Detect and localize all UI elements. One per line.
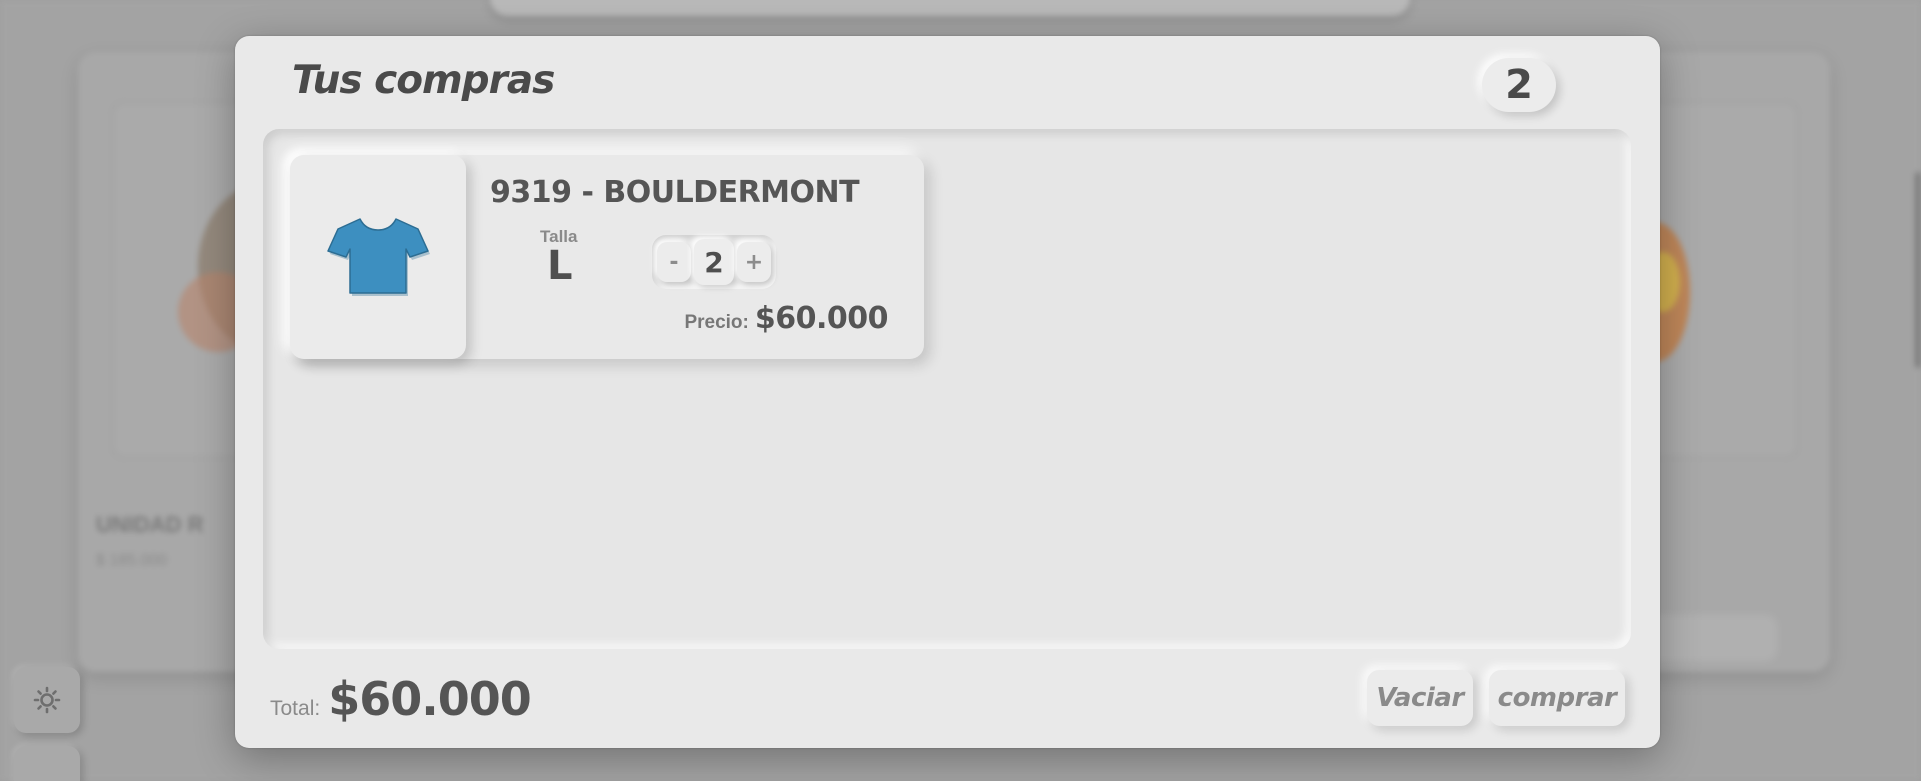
product-thumbnail[interactable] [290, 155, 466, 359]
price-label: Precio: [684, 312, 749, 333]
cart-modal: Tus compras 2 9319 - BOULDERMONT Talla L… [235, 36, 1660, 748]
tshirt-shape [327, 217, 429, 294]
tshirt-icon [326, 213, 430, 302]
background-product-name: UNIDAD R [96, 512, 204, 537]
decrease-quantity-button[interactable]: - [657, 242, 691, 282]
cart-count-badge: 2 [1482, 58, 1556, 112]
page-scrollbar[interactable] [1915, 172, 1921, 368]
theme-toggle-button[interactable] [14, 667, 80, 733]
empty-cart-button[interactable]: Vaciar [1367, 670, 1473, 726]
product-name: 9319 - BOULDERMONT [490, 175, 860, 210]
cart-title: Tus compras [292, 58, 555, 103]
price-value: $60.000 [754, 301, 889, 336]
sun-icon [33, 686, 61, 714]
item-price: Precio: $60.000 [684, 301, 888, 336]
buy-button[interactable]: comprar [1489, 670, 1625, 726]
quantity-stepper: - 2 + [652, 235, 776, 289]
cart-item: 9319 - BOULDERMONT Talla L - 2 + Precio:… [290, 155, 924, 359]
quantity-value: 2 [694, 239, 734, 285]
increase-quantity-button[interactable]: + [737, 242, 771, 282]
total-label: Total: [270, 697, 321, 720]
cart-total: Total: $60.000 [270, 672, 532, 726]
cart-button[interactable] [14, 746, 80, 781]
cart-items-list: 9319 - BOULDERMONT Talla L - 2 + Precio:… [263, 129, 1631, 649]
size-value: L [547, 243, 573, 289]
background-product-price: $ 185.000 [96, 552, 168, 569]
background-search-bar [490, 0, 1410, 16]
total-value: $60.000 [328, 672, 532, 726]
